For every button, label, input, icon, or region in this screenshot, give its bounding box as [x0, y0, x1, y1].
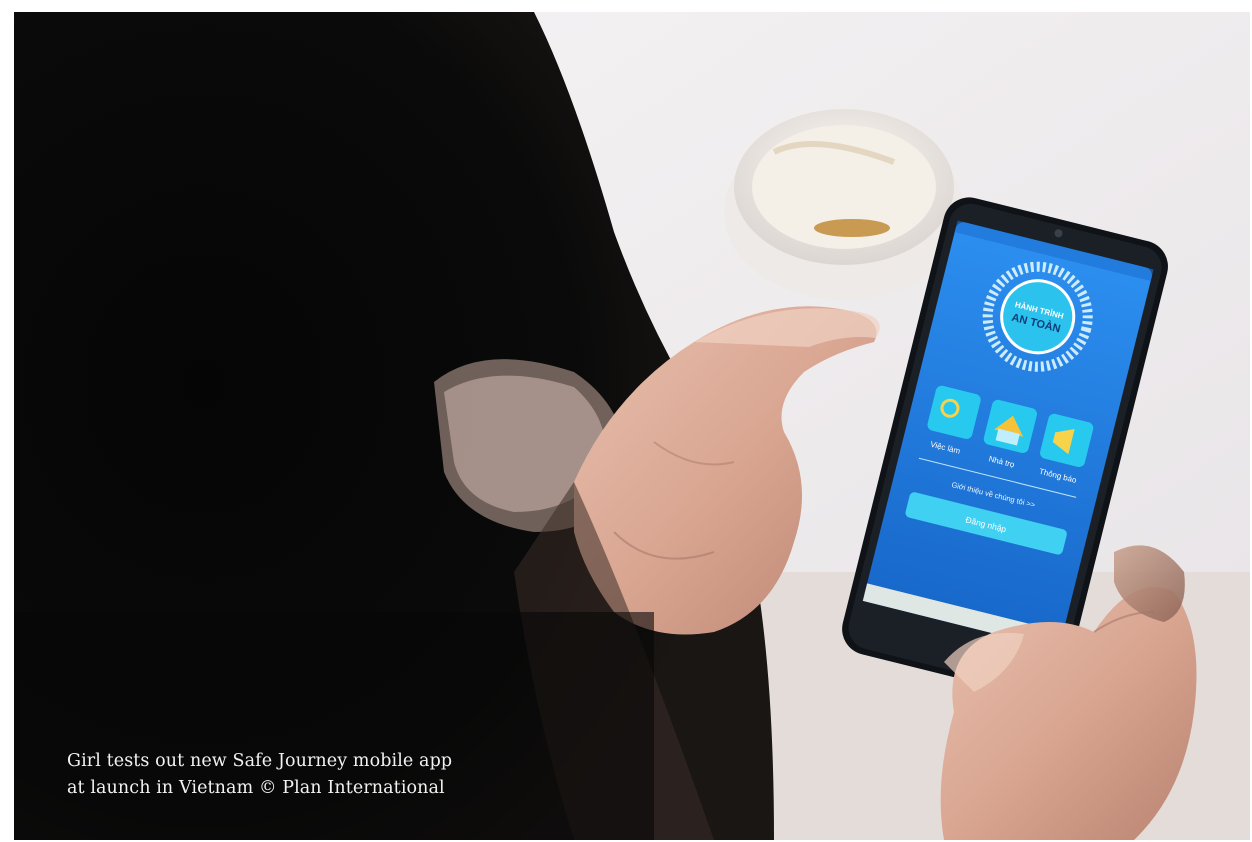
photo: HÀNH TRÌNH AN TOÀN Việc làm Nhà trọ Thôn…: [14, 12, 1250, 840]
caption-line-1: Girl tests out new Safe Journey mobile a…: [67, 751, 453, 771]
caption-line-2: at launch in Vietnam © Plan Internationa…: [67, 778, 445, 798]
photo-caption: Girl tests out new Safe Journey mobile a…: [67, 748, 537, 802]
photo-frame: HÀNH TRÌNH AN TOÀN Việc làm Nhà trọ Thôn…: [14, 12, 1250, 840]
